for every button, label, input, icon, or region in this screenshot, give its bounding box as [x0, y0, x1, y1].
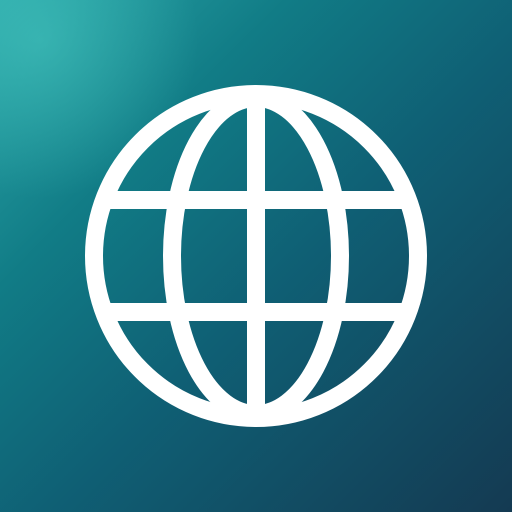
app-icon-tile[interactable]	[0, 0, 512, 512]
globe-icon	[85, 85, 427, 427]
